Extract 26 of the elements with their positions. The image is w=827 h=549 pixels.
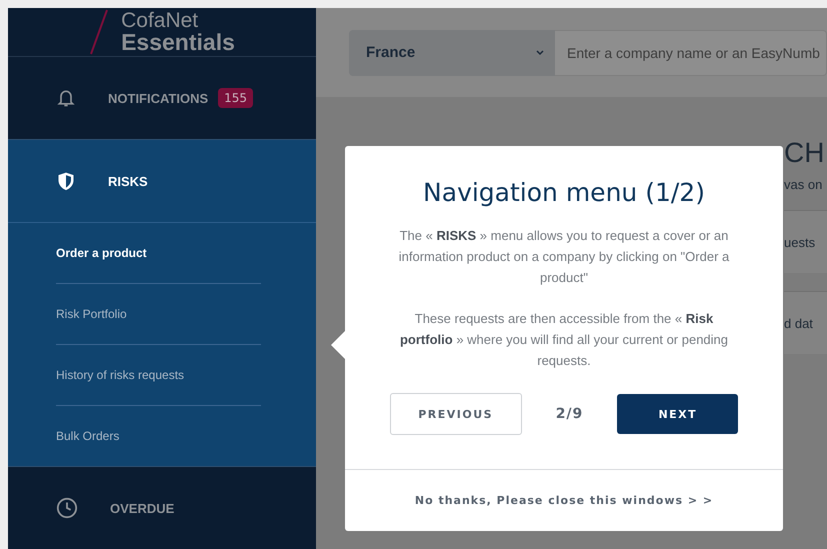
shield-icon (56, 170, 76, 192)
step-counter: 2/9 (556, 406, 584, 422)
next-button[interactable]: NEXT (617, 394, 738, 434)
close-link[interactable]: No thanks, Please close this windows > > (414, 494, 714, 507)
nav-item[interactable]: NOTIFICATIONS 155 (8, 57, 316, 139)
logo-slash-icon (89, 8, 110, 56)
chevron-down-icon (535, 48, 545, 56)
background-text: vas on (784, 177, 824, 192)
submenu-item[interactable]: History of risks requests (56, 345, 261, 406)
page-heading: CH (784, 137, 826, 169)
submenu-item[interactable]: Risk Portfolio (56, 284, 261, 345)
nav-item[interactable]: RISKS (8, 140, 316, 222)
clock-icon (56, 497, 78, 519)
count-badge: 155 (218, 88, 254, 108)
logo: CofaNet Essentials (121, 10, 235, 54)
background-text: uests (784, 234, 816, 250)
background-text: d dat (784, 316, 813, 330)
submenu-item[interactable]: Order a product (56, 223, 261, 284)
dialog-text: The « RISKS » menu allows you to request a cover or an information product on a company by clicking on "Order a product" (398, 227, 730, 287)
dialog-title: Navigation menu (1/2) (423, 178, 705, 207)
country-select[interactable]: France (349, 30, 555, 76)
submenu-item[interactable]: Bulk Orders (56, 406, 261, 466)
previous-button[interactable]: PREVIOUS (390, 393, 522, 435)
search-field[interactable]: Enter a company name or an EasyNumb (555, 30, 827, 76)
dialog-text: These requests are then accessible from the « Risk portfolio » where you will find all your current or pending requests. (398, 310, 730, 370)
nav-item[interactable]: OVERDUE (8, 467, 316, 549)
